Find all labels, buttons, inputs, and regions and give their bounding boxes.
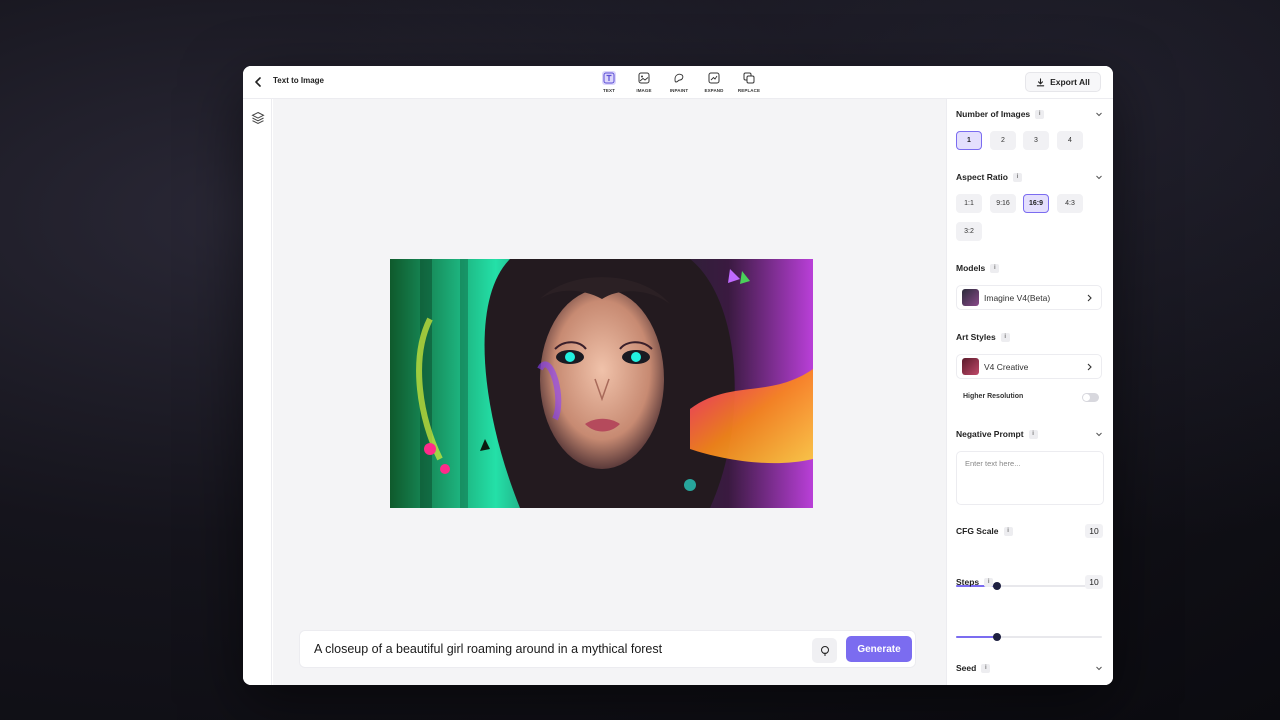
generated-image[interactable] <box>390 259 813 508</box>
top-bar: Text to Image TEXT IMAGE INPAINT EXPAND … <box>243 66 1113 99</box>
export-all-button[interactable]: Export All <box>1025 72 1101 92</box>
generate-button[interactable]: Generate <box>846 636 912 662</box>
aspect-ratio-option-16-9[interactable]: 16:9 <box>1023 194 1049 213</box>
aspect-ratio-title: Aspect Ratio i <box>956 172 1022 182</box>
tool-expand-label: EXPAND <box>704 88 724 93</box>
info-icon[interactable]: i <box>1003 526 1013 536</box>
chevron-down-icon[interactable] <box>1095 430 1103 438</box>
model-selector-value: Imagine V4(Beta) <box>984 292 1051 303</box>
aspect-ratio-option-4-3[interactable]: 4:3 <box>1057 194 1083 213</box>
chevron-down-icon[interactable] <box>1095 664 1103 672</box>
steps-value[interactable]: 10 <box>1085 575 1103 589</box>
num-images-option-3[interactable]: 3 <box>1023 131 1049 150</box>
number-of-images-title: Number of Images i <box>956 109 1045 119</box>
info-icon[interactable]: i <box>1000 332 1010 342</box>
art-style-selector-value: V4 Creative <box>984 361 1029 372</box>
prompt-bar[interactable]: A closeup of a beautiful girl roaming ar… <box>299 630 916 668</box>
settings-panel: Number of Images i 1 2 3 4 Aspect Ratio … <box>946 99 1113 685</box>
mode-toolbar: TEXT IMAGE INPAINT EXPAND REPLACE <box>598 71 760 93</box>
slider-fill <box>956 636 997 638</box>
seed-label: Seed <box>956 663 977 673</box>
negative-prompt-label: Negative Prompt <box>956 429 1024 439</box>
info-icon[interactable]: i <box>990 263 1000 273</box>
chevron-right-icon <box>1087 363 1092 371</box>
art-style-selector[interactable]: V4 Creative <box>956 354 1102 379</box>
tool-inpaint-label: INPAINT <box>669 88 689 93</box>
seed-title: Seed i <box>956 663 991 673</box>
steps-label: Steps <box>956 577 980 587</box>
steps-title: Steps i <box>956 577 994 587</box>
chevron-left-icon <box>255 77 261 87</box>
art-styles-label: Art Styles <box>956 332 996 342</box>
layers-icon[interactable] <box>251 111 265 125</box>
replace-icon <box>742 71 756 85</box>
canvas-area: A closeup of a beautiful girl roaming ar… <box>273 99 946 685</box>
slider-handle[interactable] <box>992 633 1001 641</box>
higher-resolution-toggle[interactable] <box>1082 393 1099 402</box>
higher-resolution-label: Higher Resolution <box>963 393 1024 400</box>
num-images-option-4[interactable]: 4 <box>1057 131 1083 150</box>
num-images-option-1[interactable]: 1 <box>956 131 982 150</box>
text-icon <box>602 71 616 85</box>
info-icon[interactable]: i <box>1028 429 1038 439</box>
info-icon[interactable]: i <box>981 663 991 673</box>
aspect-ratio-option-9-16[interactable]: 9:16 <box>990 194 1016 213</box>
export-all-label: Export All <box>1050 77 1090 87</box>
models-label: Models <box>956 263 986 273</box>
negative-prompt-input[interactable]: Enter text here... <box>956 451 1104 505</box>
lightbulb-icon <box>820 645 829 655</box>
negative-prompt-title: Negative Prompt i <box>956 429 1038 439</box>
prompt-ideas-button[interactable] <box>812 638 837 663</box>
info-icon[interactable]: i <box>1035 109 1045 119</box>
tool-inpaint[interactable]: INPAINT <box>668 71 690 93</box>
chevron-down-icon[interactable] <box>1095 173 1103 181</box>
art-styles-title: Art Styles i <box>956 332 1010 342</box>
models-title: Models i <box>956 263 1000 273</box>
tool-image-label: IMAGE <box>636 88 652 93</box>
number-of-images-label: Number of Images <box>956 109 1031 119</box>
slider-handle[interactable] <box>992 582 1001 590</box>
cfg-scale-value[interactable]: 10 <box>1085 524 1103 538</box>
num-images-option-2[interactable]: 2 <box>990 131 1016 150</box>
model-thumbnail <box>962 289 979 306</box>
app-window: Text to Image TEXT IMAGE INPAINT EXPAND … <box>243 66 1113 685</box>
aspect-ratio-option-3-2[interactable]: 3:2 <box>956 222 982 241</box>
aspect-ratio-option-1-1[interactable]: 1:1 <box>956 194 982 213</box>
toggle-knob <box>1083 394 1090 401</box>
download-icon <box>1036 77 1045 86</box>
image-edit-icon <box>637 71 651 85</box>
info-icon[interactable]: i <box>984 577 994 587</box>
tool-text-label: TEXT <box>603 88 615 93</box>
tool-expand[interactable]: EXPAND <box>703 71 725 93</box>
expand-icon <box>707 71 721 85</box>
steps-slider[interactable] <box>956 633 1102 641</box>
chevron-down-icon[interactable] <box>1095 110 1103 118</box>
tool-replace-label: REPLACE <box>737 88 761 93</box>
left-rail <box>243 99 272 685</box>
cfg-scale-label: CFG Scale <box>956 526 999 536</box>
prompt-input[interactable]: A closeup of a beautiful girl roaming ar… <box>314 642 662 656</box>
art-style-thumbnail <box>962 358 979 375</box>
aspect-ratio-label: Aspect Ratio <box>956 172 1008 182</box>
info-icon[interactable]: i <box>1012 172 1022 182</box>
tool-replace[interactable]: REPLACE <box>738 71 760 93</box>
tool-text[interactable]: TEXT <box>598 71 620 93</box>
back-button[interactable] <box>251 75 265 89</box>
model-selector[interactable]: Imagine V4(Beta) <box>956 285 1102 310</box>
page-title: Text to Image <box>273 76 324 85</box>
tool-image[interactable]: IMAGE <box>633 71 655 93</box>
higher-resolution-row: Higher Resolution <box>956 390 1102 406</box>
inpaint-icon <box>672 71 686 85</box>
chevron-right-icon <box>1087 294 1092 302</box>
cfg-scale-title: CFG Scale i <box>956 526 1013 536</box>
